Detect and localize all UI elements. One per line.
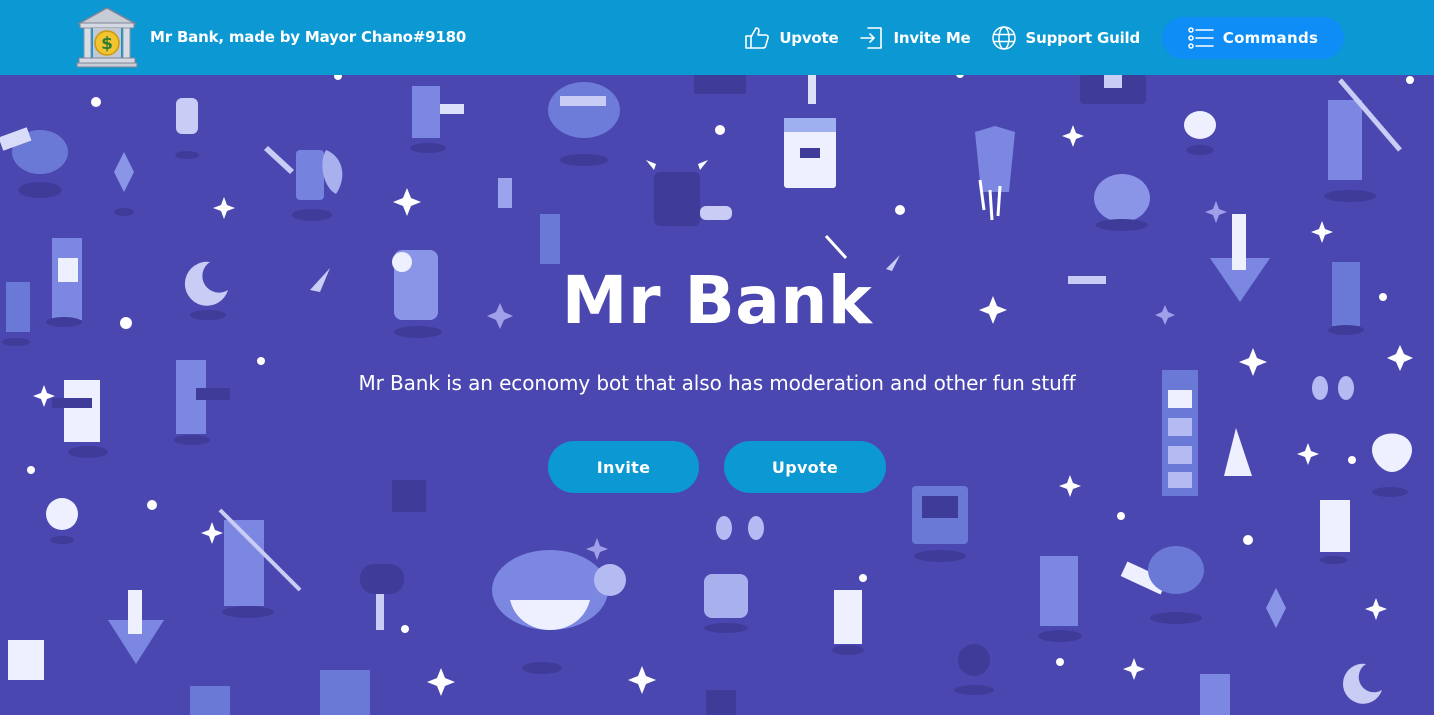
nav-support-label: Support Guild (1025, 28, 1141, 47)
upvote-button[interactable]: Upvote (724, 441, 886, 493)
commands-button[interactable]: Commands (1162, 16, 1344, 59)
page: $ Mr Bank, made by Mayor Chano#9180 Upvo… (0, 0, 1434, 715)
commands-label: Commands (1222, 28, 1319, 47)
nav-invite-link[interactable]: Invite Me (858, 25, 971, 51)
sign-in-icon (860, 26, 883, 49)
nav-support-link[interactable]: Support Guild (991, 25, 1140, 51)
nav-links: Upvote Invite Me Support Guild Commands (724, 0, 1344, 75)
bank-dollar-icon: $ (76, 7, 138, 68)
list-icon (1188, 26, 1214, 49)
nav-upvote-link[interactable]: Upvote (744, 25, 839, 51)
globe-icon (991, 25, 1016, 50)
hero-subtitle: Mr Bank is an economy bot that also has … (358, 371, 1076, 395)
svg-text:$: $ (101, 34, 113, 54)
hero-title: Mr Bank (561, 262, 873, 339)
invite-button[interactable]: Invite (548, 441, 699, 493)
brand-text: Mr Bank, made by Mayor Chano#9180 (150, 28, 467, 46)
nav-invite-label: Invite Me (893, 28, 971, 47)
background-pattern (0, 70, 1414, 715)
top-navbar: $ Mr Bank, made by Mayor Chano#9180 Upvo… (0, 0, 1434, 75)
thumbs-up-icon (745, 26, 770, 49)
nav-upvote-label: Upvote (779, 28, 839, 47)
brand[interactable]: $ Mr Bank, made by Mayor Chano#9180 (76, 6, 466, 68)
